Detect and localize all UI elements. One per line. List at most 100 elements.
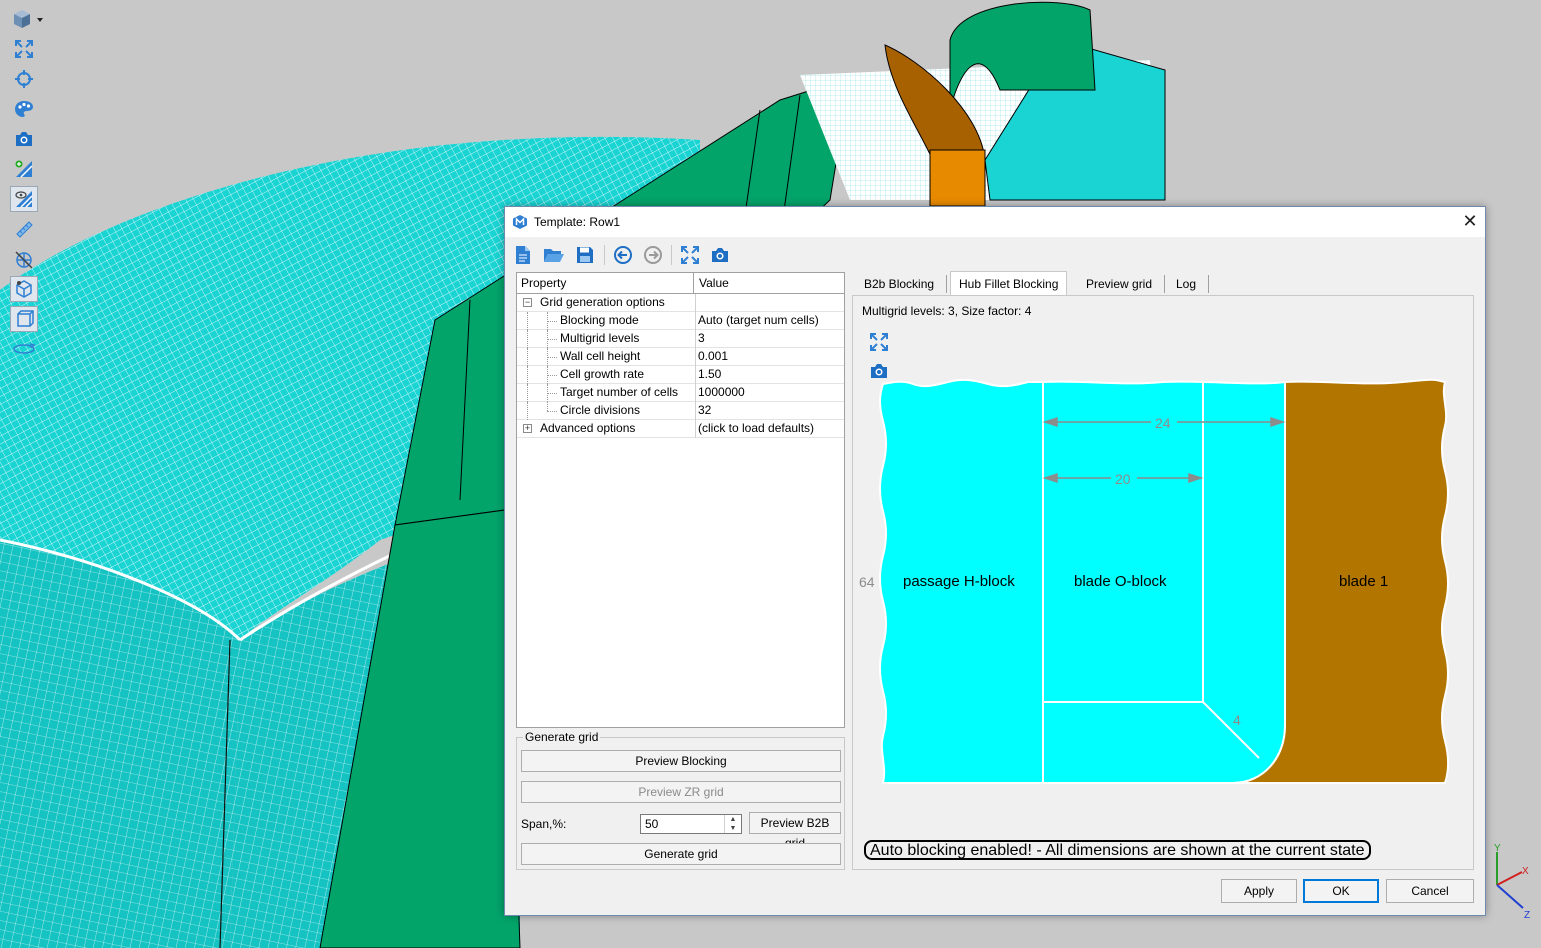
spin-arrows[interactable]: ▲ ▼	[724, 815, 741, 833]
template-dialog: Template: Row1 ✕ Property Value − Grid g…	[504, 206, 1486, 916]
ok-button[interactable]: OK	[1303, 879, 1379, 903]
open-button[interactable]	[542, 243, 566, 267]
undo-icon	[614, 246, 632, 264]
redo-icon	[644, 246, 662, 264]
property-row[interactable]: − Grid generation options	[517, 294, 844, 312]
cube-view-button[interactable]	[10, 6, 46, 32]
property-row[interactable]: Multigrid levels 3	[517, 330, 844, 348]
fit-view-button[interactable]	[678, 243, 702, 267]
tree-guide	[547, 375, 557, 376]
axis-label-y: Y	[1494, 843, 1501, 854]
tab-log[interactable]: Log	[1168, 273, 1204, 295]
hub-fillet-blocking-panel: Multigrid levels: 3, Size factor: 4 64 2…	[852, 295, 1474, 870]
close-button[interactable]: ✕	[1455, 207, 1485, 237]
camera-icon	[16, 132, 32, 146]
property-name: Multigrid levels	[560, 331, 640, 345]
ruler-icon	[16, 221, 33, 238]
axis-label-x: X	[1522, 866, 1529, 877]
property-value[interactable]	[695, 294, 844, 312]
dim-total-label: 24	[1155, 415, 1171, 431]
auto-blocking-status: Auto blocking enabled! - All dimensions …	[864, 840, 1371, 860]
collapse-icon[interactable]: −	[523, 298, 532, 307]
tree-guide	[547, 321, 557, 322]
show-cube-icon	[17, 310, 34, 327]
save-icon	[577, 247, 593, 263]
center-button[interactable]	[10, 66, 38, 92]
show-grid-button[interactable]	[10, 186, 38, 212]
span-value[interactable]: 50	[645, 817, 658, 831]
blade-1-label: blade 1	[1339, 573, 1389, 590]
property-row[interactable]: Wall cell height 0.001	[517, 348, 844, 366]
tab-hub-fillet-blocking[interactable]: Hub Fillet Blocking	[950, 271, 1068, 297]
cancel-button[interactable]: Cancel	[1386, 879, 1474, 903]
palette-icon	[15, 101, 33, 117]
rotate-button[interactable]	[10, 336, 38, 362]
tree-guide	[547, 393, 557, 394]
blade-o-block-label: blade O-block	[1074, 573, 1167, 590]
tree-guide	[547, 339, 557, 340]
show-box-icon	[16, 280, 32, 298]
column-header-property[interactable]: Property	[517, 273, 694, 293]
tree-guide	[547, 357, 557, 358]
property-value[interactable]: 1.50	[695, 366, 844, 384]
crosshair-icon	[15, 70, 33, 88]
palette-button[interactable]	[10, 96, 38, 122]
show-box-button[interactable]	[10, 276, 38, 302]
preview-blocking-button[interactable]: Preview Blocking	[521, 750, 841, 772]
property-name: Grid generation options	[540, 295, 665, 309]
apply-button[interactable]: Apply	[1221, 879, 1297, 903]
property-row[interactable]: Cell growth rate 1.50	[517, 366, 844, 384]
generate-grid-button[interactable]: Generate grid	[521, 843, 841, 865]
property-row[interactable]: Circle divisions 32	[517, 402, 844, 420]
tab-b2b-blocking[interactable]: B2b Blocking	[856, 273, 942, 295]
preview-b2b-grid-button[interactable]: Preview B2B grid	[749, 812, 841, 850]
property-value[interactable]: 3	[695, 330, 844, 348]
tree-guide	[527, 312, 528, 330]
tab-separator	[1164, 275, 1165, 293]
tree-guide	[527, 348, 528, 366]
property-value[interactable]: 1000000	[695, 384, 844, 402]
fit-view-button[interactable]	[10, 36, 38, 62]
property-row[interactable]: Blocking mode Auto (target num cells)	[517, 312, 844, 330]
screenshot-button[interactable]	[708, 243, 732, 267]
property-value[interactable]: Auto (target num cells)	[695, 312, 844, 330]
dialog-title: Template: Row1	[534, 215, 621, 229]
undo-button[interactable]	[611, 243, 635, 267]
property-name: Advanced options	[540, 421, 636, 435]
ruler-button[interactable]	[10, 216, 38, 242]
property-name: Blocking mode	[560, 313, 639, 327]
property-grid-header: Property Value	[517, 273, 844, 294]
hide-mesh-button[interactable]	[10, 246, 38, 272]
toolbar-separator	[671, 245, 672, 265]
open-folder-icon	[544, 249, 564, 262]
expand-icon[interactable]: +	[523, 424, 532, 433]
dialog-toolbar	[511, 241, 811, 269]
new-file-icon	[516, 246, 530, 264]
cube-view-icon	[14, 10, 43, 28]
toolbar-separator	[604, 245, 605, 265]
add-measure-icon	[15, 160, 33, 178]
property-value[interactable]: (click to load defaults)	[695, 420, 844, 438]
camera-icon	[712, 248, 728, 262]
blocking-diagram[interactable]	[853, 296, 1473, 836]
fit-view-icon	[681, 246, 699, 264]
preview-zr-grid-button[interactable]: Preview ZR grid	[521, 781, 841, 803]
property-grid[interactable]: Property Value − Grid generation options B…	[516, 272, 845, 728]
save-button[interactable]	[573, 243, 597, 267]
new-button[interactable]	[511, 243, 535, 267]
tab-separator	[946, 275, 947, 293]
tab-preview-grid[interactable]: Preview grid	[1078, 273, 1160, 295]
span-spinbox[interactable]: 50 ▲ ▼	[640, 814, 742, 834]
screenshot-button[interactable]	[10, 126, 38, 152]
add-measure-button[interactable]	[10, 156, 38, 182]
property-row[interactable]: + Advanced options (click to load defaults…	[517, 420, 844, 438]
property-name: Circle divisions	[560, 403, 641, 417]
show-cube-button[interactable]	[10, 306, 38, 332]
property-row[interactable]: Target number of cells 1000000	[517, 384, 844, 402]
property-value[interactable]: 0.001	[695, 348, 844, 366]
property-value[interactable]: 32	[695, 402, 844, 420]
redo-button[interactable]	[641, 243, 665, 267]
column-header-value[interactable]: Value	[695, 273, 844, 293]
app-logo-icon	[513, 215, 527, 229]
dialog-titlebar[interactable]: Template: Row1 ✕	[505, 207, 1485, 237]
